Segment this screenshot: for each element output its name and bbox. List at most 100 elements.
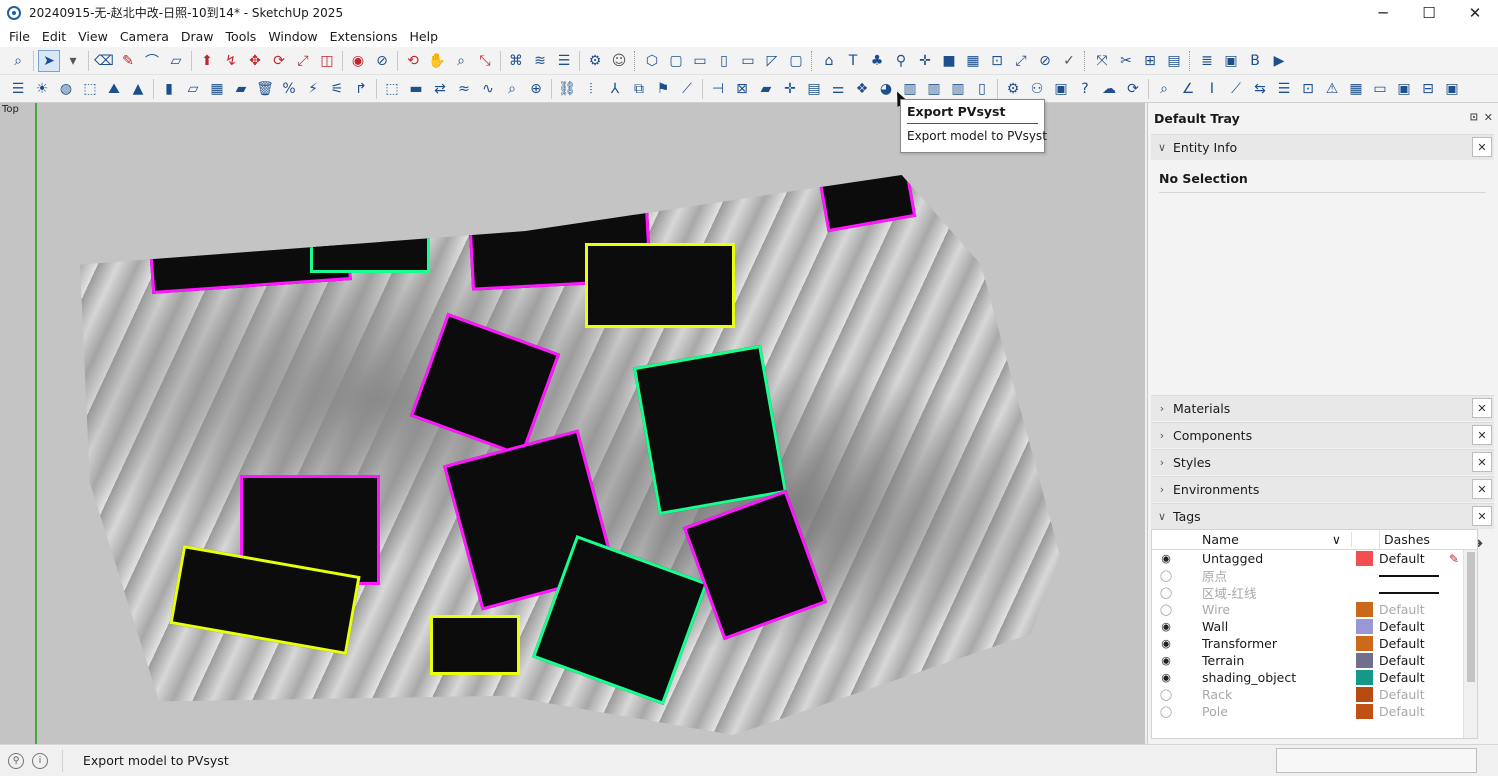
ruler-icon[interactable]: ⟋ — [676, 78, 698, 100]
dashes-column-header[interactable]: Dashes — [1380, 532, 1430, 547]
toolbar-grip[interactable] — [1084, 50, 1087, 71]
rectangle-tool-icon[interactable]: ▱ — [165, 50, 187, 72]
align-icon[interactable]: ☰ — [1273, 78, 1295, 100]
tag-color-swatch[interactable] — [1356, 670, 1373, 685]
tag-color-swatch[interactable] — [1356, 636, 1373, 651]
entity-info-panel[interactable]: ∨ Entity Info ✕ — [1151, 134, 1494, 160]
measurements-box[interactable] — [1276, 748, 1477, 773]
materials-panel[interactable]: › Materials ✕ — [1151, 395, 1494, 421]
eye-hidden-icon[interactable]: ◯ — [1152, 705, 1180, 718]
sliders-icon[interactable]: ⚌ — [827, 78, 849, 100]
cable-icon[interactable]: ∿ — [477, 78, 499, 100]
tag-row[interactable]: ◉ Transformer Default — [1152, 635, 1477, 652]
pv-array[interactable] — [632, 344, 788, 516]
tag-row[interactable]: ◉ shading_object Default — [1152, 669, 1477, 686]
pv-array[interactable] — [585, 243, 735, 328]
layout-icon[interactable]: ⊣ — [707, 78, 729, 100]
swap-icon[interactable]: ⇆ — [1249, 78, 1271, 100]
play-icon[interactable]: ▶ — [1268, 50, 1290, 72]
tag-name[interactable]: Pole — [1180, 704, 1352, 719]
tag-color-swatch[interactable] — [1356, 687, 1373, 702]
menu-help[interactable]: Help — [404, 29, 445, 44]
inverter-icon[interactable]: ▬ — [405, 78, 427, 100]
search-zoom-icon[interactable]: ⌕ — [501, 78, 523, 100]
route-icon[interactable]: ⇄ — [429, 78, 451, 100]
select-dropdown-icon[interactable]: ▾ — [62, 50, 84, 72]
tag-color-swatch[interactable] — [1356, 602, 1373, 617]
menu-edit[interactable]: Edit — [36, 29, 72, 44]
paint-bucket-icon[interactable]: ◉ — [347, 50, 369, 72]
pv-array[interactable] — [310, 223, 430, 273]
orbit-icon[interactable]: ⟲ — [402, 50, 424, 72]
tag-name[interactable]: Wire — [1180, 602, 1352, 617]
rotate-icon[interactable]: ⟳ — [268, 50, 290, 72]
close-panel-button[interactable]: ✕ — [1472, 479, 1492, 499]
text-cursor-icon[interactable]: I — [1201, 78, 1223, 100]
pv-panel-icon[interactable]: ▮ — [158, 78, 180, 100]
scale-icon[interactable]: ⤢ — [292, 50, 314, 72]
tag-dashes[interactable]: Default — [1379, 653, 1447, 668]
pan-icon[interactable]: ✋ — [426, 50, 448, 72]
cloud-upload-icon[interactable]: ☁ — [1098, 78, 1120, 100]
panel-flat-icon[interactable]: ▰ — [755, 78, 777, 100]
extension-manager-icon[interactable]: ⚙ — [584, 50, 606, 72]
spreadsheet-icon[interactable]: ▦ — [1345, 78, 1367, 100]
pv-array[interactable] — [430, 615, 520, 675]
toolbar-grip[interactable] — [1189, 50, 1192, 71]
tags-scrollbar[interactable] — [1463, 550, 1477, 738]
close-tray-icon[interactable]: ✕ — [1484, 111, 1493, 124]
tag-row[interactable]: ◯ Rack Default — [1152, 686, 1477, 703]
close-panel-button[interactable]: ✕ — [1472, 137, 1492, 157]
terrain-icon[interactable]: ⛰ — [103, 78, 125, 100]
tag-dashes[interactable]: Default — [1379, 551, 1447, 566]
eye-hidden-icon[interactable]: ◯ — [1152, 688, 1180, 701]
percent-icon[interactable]: % — [278, 78, 300, 100]
slope-icon[interactable]: ⟋ — [1225, 78, 1247, 100]
zoom-extents-icon[interactable]: ⤡ — [474, 50, 496, 72]
menu-view[interactable]: View — [72, 29, 114, 44]
help-icon[interactable]: ? — [1074, 78, 1096, 100]
sun-icon[interactable]: ☀ — [31, 78, 53, 100]
back-view-icon[interactable]: ▭ — [737, 50, 759, 72]
section-icon[interactable]: ⊡ — [986, 50, 1008, 72]
dropbox-icon[interactable]: ❖ — [851, 78, 873, 100]
sort-chevron-icon[interactable]: ∨ — [1332, 532, 1341, 547]
front-view-icon[interactable]: ▭ — [689, 50, 711, 72]
pin-icon[interactable]: ⊡ — [1470, 112, 1478, 123]
menu-file[interactable]: File — [3, 29, 36, 44]
bottom-view-icon[interactable]: ▢ — [785, 50, 807, 72]
styles-panel[interactable]: › Styles ✕ — [1151, 449, 1494, 475]
tag-row[interactable]: ◉ Terrain Default — [1152, 652, 1477, 669]
extension-warehouse-icon[interactable]: ≋ — [529, 50, 551, 72]
image-icon[interactable]: ⊠ — [731, 78, 753, 100]
menu-window[interactable]: Window — [262, 29, 323, 44]
boundary-icon[interactable]: ⬚ — [79, 78, 101, 100]
lock-icon[interactable]: ⊡ — [1297, 78, 1319, 100]
environments-panel[interactable]: › Environments ✕ — [1151, 476, 1494, 502]
pv-grid-icon[interactable]: ▦ — [206, 78, 228, 100]
tag-color-swatch[interactable] — [1356, 704, 1373, 719]
components-panel[interactable]: › Components ✕ — [1151, 422, 1494, 448]
report-icon[interactable]: ▯ — [971, 78, 993, 100]
expand-icon[interactable]: ⤢ — [1010, 50, 1032, 72]
info-icon[interactable]: i — [32, 752, 48, 769]
tag-name[interactable]: Untagged — [1180, 551, 1352, 566]
minimize-button[interactable]: ─ — [1360, 0, 1406, 25]
cross-axis-icon[interactable]: ✛ — [779, 78, 801, 100]
tag-color-swatch[interactable] — [1356, 568, 1373, 583]
wand-icon[interactable]: ⚡ — [302, 78, 324, 100]
database-icon[interactable]: ≣ — [1196, 50, 1218, 72]
eye-hidden-icon[interactable]: ◯ — [1152, 586, 1180, 599]
menu-extensions[interactable]: Extensions — [324, 29, 404, 44]
auto-icon[interactable]: ▣ — [1441, 78, 1463, 100]
close-button[interactable]: ✕ — [1452, 0, 1498, 25]
tag-color-swatch[interactable] — [1356, 653, 1373, 668]
string-icon[interactable]: ⬚ — [381, 78, 403, 100]
scissors-icon[interactable]: ✂ — [1115, 50, 1137, 72]
shrink-icon[interactable]: ⊟ — [1417, 78, 1439, 100]
axes-icon[interactable]: ✛ — [914, 50, 936, 72]
tag-row[interactable]: ◉ Untagged Default ✎ — [1152, 550, 1477, 567]
bi-report-icon[interactable]: B — [1244, 50, 1266, 72]
solid-block-icon[interactable]: ■ — [938, 50, 960, 72]
pv-array[interactable] — [409, 312, 561, 458]
